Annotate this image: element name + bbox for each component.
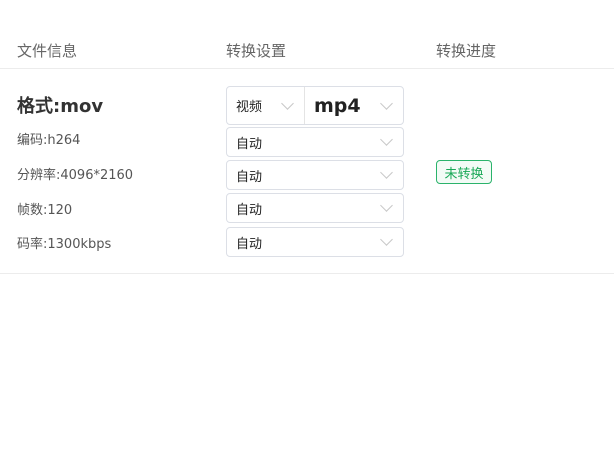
fps-value: 自动 <box>236 202 263 218</box>
header-file-info: 文件信息 <box>17 42 78 60</box>
header-settings: 转换设置 <box>226 42 287 60</box>
chevron-down-icon <box>281 96 294 110</box>
type-select[interactable]: 视频 <box>227 87 305 124</box>
resolution-select[interactable]: 自动 <box>226 160 404 190</box>
chevron-down-icon <box>380 96 393 110</box>
header-progress: 转换进度 <box>436 42 497 60</box>
resolution-value: 自动 <box>236 169 263 185</box>
container-select[interactable]: mp4 <box>305 87 403 124</box>
file-format: 格式:mov <box>17 96 104 117</box>
codec-select[interactable]: 自动 <box>226 127 404 157</box>
file-fps: 帧数:120 <box>17 203 73 218</box>
type-value: 视频 <box>236 100 263 115</box>
file-codec: 编码:h264 <box>17 133 81 148</box>
codec-value: 自动 <box>236 136 263 152</box>
bitrate-select[interactable]: 自动 <box>226 227 404 257</box>
chevron-down-icon <box>380 233 393 246</box>
header-divider <box>0 68 614 69</box>
status-badge: 未转换 <box>436 160 492 184</box>
fps-select[interactable]: 自动 <box>226 193 404 223</box>
file-resolution: 分辨率:4096*2160 <box>17 168 134 183</box>
container-value: mp4 <box>314 94 361 117</box>
bitrate-value: 自动 <box>236 236 263 252</box>
format-select-group: 视频 mp4 <box>226 86 404 125</box>
chevron-down-icon <box>380 133 393 146</box>
chevron-down-icon <box>380 199 393 212</box>
chevron-down-icon <box>380 166 393 179</box>
row-divider <box>0 273 614 274</box>
file-bitrate: 码率:1300kbps <box>17 237 112 252</box>
